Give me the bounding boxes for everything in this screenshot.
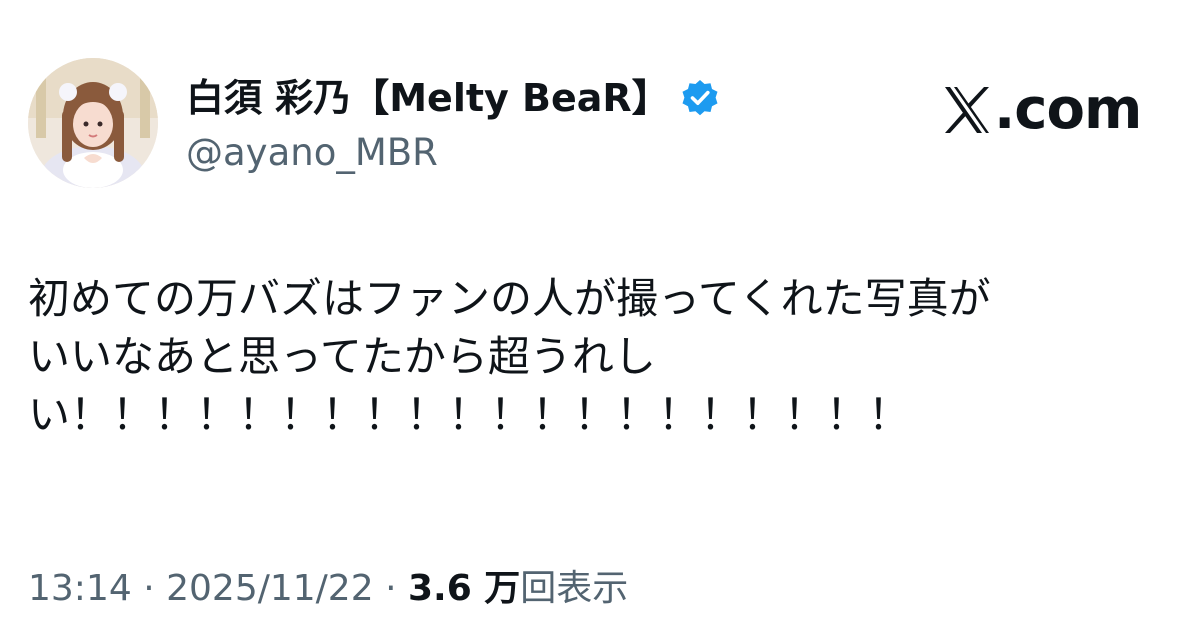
meta-separator: · xyxy=(143,568,155,609)
brand-suffix: .com xyxy=(994,77,1142,142)
tweet-date[interactable]: 2025/11/22 xyxy=(166,568,374,609)
author-handle[interactable]: @ayano_MBR xyxy=(186,130,438,176)
x-logo-icon xyxy=(942,84,992,136)
avatar[interactable] xyxy=(28,58,158,188)
tweet-meta: 13:14 · 2025/11/22 · 3.6 万回表示 xyxy=(28,566,628,612)
meta-separator: · xyxy=(385,568,397,609)
tweet-text-line: いいなあと思ってたから超うれし xyxy=(28,332,656,381)
tweet-text-line: い！！！！！！！！！！！！！！！！！！！！ xyxy=(28,390,911,439)
tweet-text-line: 初めての万バズはファンの人が撮ってくれた写真が xyxy=(28,274,991,323)
tweet-text: 初めての万バズはファンの人が撮ってくれた写真が いいなあと思ってたから超うれし … xyxy=(28,270,1158,444)
author-display-name[interactable]: 白須 彩乃【Melty BeaR】 xyxy=(186,74,720,122)
brand-logo: .com xyxy=(942,77,1142,142)
display-name-text[interactable]: 白須 彩乃【Melty BeaR】 xyxy=(186,74,670,122)
tweet-time[interactable]: 13:14 xyxy=(28,568,132,609)
views-count[interactable]: 3.6 万 xyxy=(408,568,520,609)
verified-badge-icon[interactable] xyxy=(680,78,720,118)
avatar-image xyxy=(28,58,158,188)
views-label[interactable]: 回表示 xyxy=(520,568,628,609)
